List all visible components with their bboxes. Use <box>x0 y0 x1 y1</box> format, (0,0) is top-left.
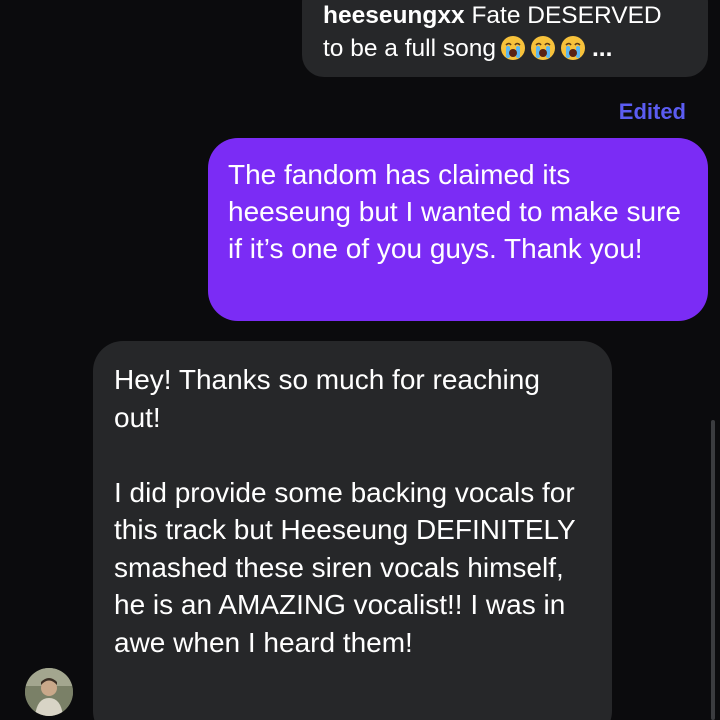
story-reply-bubble[interactable]: heeseungxx Fate DESERVED to be a full so… <box>302 0 708 77</box>
edited-label: Edited <box>618 99 686 124</box>
story-reply-line-1: heeseungxx Fate DESERVED <box>323 0 708 32</box>
story-reply-text-2: to be a full song <box>323 35 496 62</box>
story-reply-line-2: to be a full song... <box>323 32 708 70</box>
story-reply-truncation: ... <box>591 35 613 62</box>
story-reply-text-1: Fate DESERVED <box>471 2 662 29</box>
received-message-bubble[interactable]: Hey! Thanks so much for reaching out! I … <box>93 341 612 720</box>
received-message-paragraph-2: I did provide some backing vocals for th… <box>114 476 576 658</box>
scrollbar[interactable] <box>711 420 715 720</box>
avatar-photo-icon <box>25 668 73 716</box>
sent-message-bubble[interactable]: The fandom has claimed its heeseung but … <box>208 138 708 321</box>
received-message-paragraph-1: Hey! Thanks so much for reaching out! <box>114 364 540 433</box>
sent-message-text: The fandom has claimed its heeseung but … <box>228 159 681 264</box>
story-reply-username: heeseungxx <box>323 2 465 29</box>
loudly-crying-face-emoji-icon <box>500 35 526 70</box>
sender-avatar[interactable] <box>25 668 73 716</box>
loudly-crying-face-emoji-icon <box>560 35 586 70</box>
loudly-crying-face-emoji-icon <box>530 35 556 70</box>
chat-thread: heeseungxx Fate DESERVED to be a full so… <box>0 0 720 720</box>
